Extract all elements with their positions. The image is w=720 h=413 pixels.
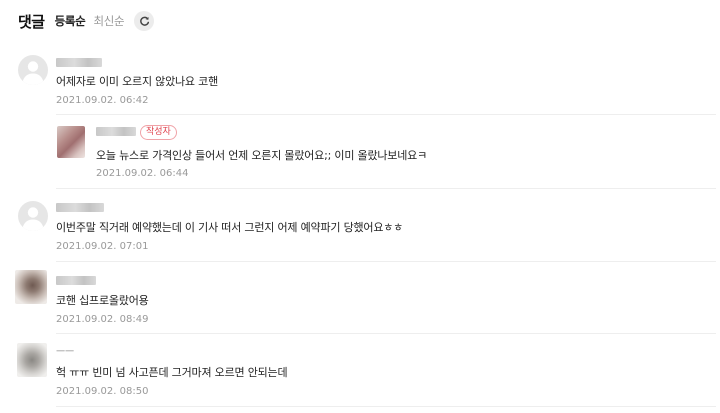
comment-date: 2021.09.02. 07:01 — [56, 241, 149, 252]
avatar[interactable] — [57, 126, 85, 158]
comment-date: 2021.09.02. 08:49 — [56, 314, 149, 325]
default-profile-icon — [22, 207, 44, 231]
divider — [56, 261, 716, 262]
comment-header: 댓글 등록순 최신순 — [18, 9, 155, 33]
divider — [56, 333, 716, 334]
sort-by-latest[interactable]: 최신순 — [93, 13, 124, 29]
comments-title: 댓글 — [18, 12, 45, 31]
comment-text: 어제자로 이미 오르지 않았나요 코핸 — [56, 75, 218, 88]
nickname-blurred[interactable] — [56, 203, 104, 212]
comment-text: 코핸 십프로올랐어용 — [56, 294, 149, 307]
comment-text: 오늘 뉴스로 가격인상 들어서 언제 오른지 몰랐어요;; 이미 올랐나보네요ㅋ — [96, 149, 427, 162]
divider — [56, 406, 716, 407]
refresh-button[interactable] — [134, 11, 155, 31]
nickname-blurred[interactable] — [56, 58, 102, 67]
nickname[interactable]: ㅡㅡ — [56, 343, 74, 358]
comment-text: 이번주말 직거래 예약했는데 이 기사 떠서 그런지 어제 예약파기 당했어요ㅎ… — [56, 221, 404, 234]
comment-text: 헉 ㅠㅠ 빈미 넘 사고픈데 그거마져 오르면 안되는데 — [56, 366, 288, 379]
comment-date: 2021.09.02. 08:50 — [56, 386, 149, 397]
avatar[interactable] — [18, 55, 48, 85]
author-badge: 작성자 — [140, 125, 177, 140]
comment-date: 2021.09.02. 06:42 — [56, 95, 149, 106]
nickname-blurred[interactable] — [56, 276, 96, 285]
sort-by-registration[interactable]: 등록순 — [55, 13, 86, 29]
avatar[interactable] — [18, 201, 48, 231]
default-profile-icon — [22, 61, 44, 85]
avatar[interactable] — [15, 270, 47, 304]
nickname-blurred[interactable] — [96, 127, 136, 136]
avatar[interactable] — [17, 343, 47, 377]
divider — [56, 188, 716, 189]
refresh-icon — [139, 16, 149, 26]
divider — [56, 114, 716, 115]
comment-date: 2021.09.02. 06:44 — [96, 168, 189, 179]
